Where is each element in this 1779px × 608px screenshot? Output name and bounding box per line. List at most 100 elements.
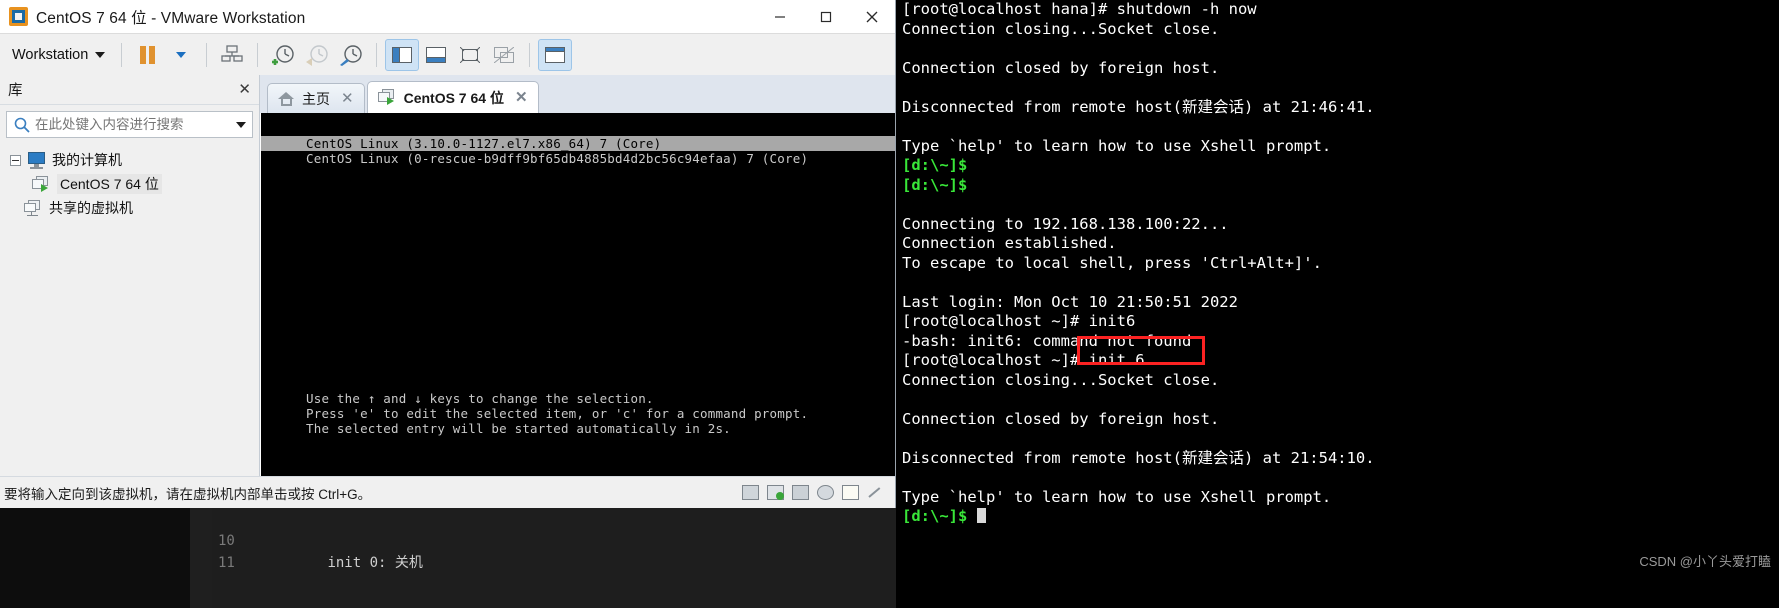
- terminal-line: Disconnected from remote host(新建会话) at 2…: [902, 97, 1375, 116]
- vm-icon: [377, 89, 397, 106]
- unity-mode-button[interactable]: [487, 39, 521, 71]
- network-icon[interactable]: [767, 485, 784, 500]
- terminal-prompt-line: [d:\~]$: [902, 156, 968, 174]
- toolbar-divider: [376, 42, 378, 67]
- minimize-icon[interactable]: [757, 0, 803, 33]
- pause-icon: [139, 45, 155, 64]
- toolbar-divider: [257, 42, 259, 67]
- library-header: 库 ✕: [0, 75, 259, 105]
- tab-label: CentOS 7 64 位: [403, 89, 504, 106]
- show-library-button[interactable]: [385, 38, 420, 71]
- tab-strip: 主页 ✕ CentOS 7 64 位 ✕: [260, 75, 895, 113]
- unity-mode-icon: [494, 46, 515, 63]
- code-line: 10 init 0: 关机: [212, 508, 896, 571]
- tree-item-centos-vm[interactable]: CentOS 7 64 位: [6, 172, 259, 196]
- chevron-down-icon: [95, 51, 106, 58]
- background-code: 10 init 0: 关机 11: [212, 508, 896, 608]
- printer-icon[interactable]: [842, 485, 859, 500]
- library-panel: 库 ✕ 我的计: [0, 75, 260, 476]
- terminal-line: To escape to local shell, press 'Ctrl+Al…: [902, 253, 1322, 272]
- thumbnail-bar-icon: [545, 46, 566, 63]
- pause-dropdown-button[interactable]: [164, 39, 198, 71]
- thumbnail-bar-button[interactable]: [538, 38, 573, 71]
- vmware-window: CentOS 7 64 位 - VMware Workstation Works…: [0, 0, 896, 508]
- code-line: 11: [212, 530, 896, 571]
- close-tab-icon[interactable]: ✕: [341, 91, 354, 106]
- full-screen-icon: [460, 46, 481, 63]
- terminal-line: [root@localhost hana]# shutdown -h now: [902, 0, 1257, 18]
- grub-entry[interactable]: CentOS Linux (0-rescue-b9dff9bf65db4885b…: [261, 151, 895, 166]
- full-screen-button[interactable]: [453, 39, 487, 71]
- maximize-icon[interactable]: [803, 0, 849, 33]
- manage-snapshots-button[interactable]: [215, 39, 249, 71]
- home-icon: [278, 91, 295, 107]
- search-icon: [14, 117, 30, 133]
- terminal-line: Connection established.: [902, 234, 1117, 252]
- library-search-box[interactable]: [6, 111, 253, 138]
- take-snapshot-button[interactable]: [266, 39, 300, 71]
- tree-item-my-computer[interactable]: 我的计算机: [6, 148, 259, 172]
- close-icon[interactable]: [849, 0, 895, 33]
- hard-disk-icon[interactable]: [742, 485, 759, 500]
- toolbar-divider: [529, 42, 531, 67]
- terminal-command-line: [root@localhost ~]# init 6: [902, 351, 1145, 369]
- library-panel-icon: [392, 46, 413, 63]
- grub-entry[interactable]: CentOS Linux (3.10.0-1127.el7.x86_64) 7 …: [261, 136, 895, 151]
- vm-console-screen[interactable]: CentOS Linux (3.10.0-1127.el7.x86_64) 7 …: [260, 113, 895, 476]
- terminal-line: Type `help' to learn how to use Xshell p…: [902, 487, 1332, 506]
- terminal-line: Connection closed by foreign host.: [902, 409, 1220, 428]
- tree-item-shared-vms[interactable]: 共享的虚拟机: [6, 196, 259, 220]
- terminal-active-prompt: [d:\~]$: [902, 507, 1773, 527]
- workstation-menu-label: Workstation: [12, 46, 89, 63]
- workstation-menu-button[interactable]: Workstation: [8, 45, 113, 65]
- close-tab-icon[interactable]: ✕: [515, 90, 528, 105]
- grub-footer: Use the ↑ and ↓ keys to change the selec…: [261, 391, 895, 436]
- snapshot-icon: [221, 44, 243, 62]
- usb-icon[interactable]: [792, 485, 809, 500]
- window-controls: [757, 0, 895, 33]
- tab-label: 主页: [302, 90, 330, 107]
- sound-icon[interactable]: [817, 485, 834, 500]
- edit-icon[interactable]: [867, 485, 885, 500]
- revert-snapshot-button[interactable]: [300, 39, 334, 71]
- monitor-icon: [27, 151, 46, 169]
- background-editor: 10 init 0: 关机 11: [0, 508, 896, 608]
- background-left-panel: [0, 508, 190, 608]
- take-snapshot-icon: [272, 44, 294, 65]
- tab-home[interactable]: 主页 ✕: [267, 83, 365, 113]
- shared-vm-icon: [24, 199, 43, 217]
- screenshot-root: 10 init 0: 关机 11 仅将文本发送到当前选项卡 CentOS 7 6…: [0, 0, 1779, 608]
- grub-footer-line: The selected entry will be started autom…: [306, 421, 731, 436]
- chevron-down-icon: [176, 51, 187, 58]
- terminal-line: Connection closing...Socket close.: [902, 19, 1220, 38]
- chevron-down-icon[interactable]: [236, 121, 246, 128]
- snapshot-manager-icon: [340, 44, 362, 66]
- terminal-prompt-line: [d:\~]$: [902, 175, 968, 194]
- snapshot-manager-button[interactable]: [334, 39, 368, 71]
- toolbar-divider: [206, 42, 208, 67]
- close-library-icon[interactable]: ✕: [238, 82, 251, 97]
- title-bar: CentOS 7 64 位 - VMware Workstation: [0, 0, 895, 33]
- vm-tree: 我的计算机 CentOS 7 64 位 共享的虚拟机: [0, 148, 259, 220]
- main-body: 库 ✕ 我的计: [0, 75, 895, 476]
- background-gutter: [190, 508, 212, 608]
- vm-icon: [32, 175, 51, 193]
- window-title: CentOS 7 64 位 - VMware Workstation: [36, 9, 306, 27]
- console-view-icon: [426, 46, 447, 63]
- watermark-text: CSDN @小丫头爱打瞌: [1639, 554, 1771, 569]
- pause-vm-button[interactable]: [130, 39, 164, 71]
- tab-centos-vm[interactable]: CentOS 7 64 位 ✕: [366, 81, 539, 113]
- search-input[interactable]: [35, 117, 236, 132]
- tree-item-label: 共享的虚拟机: [49, 200, 133, 216]
- line-text: init 0: 关机: [327, 555, 423, 571]
- xshell-terminal[interactable]: [root@localhost hana]# shutdown -h now C…: [896, 0, 1779, 608]
- terminal-line: Connection closed by foreign host.: [902, 58, 1220, 77]
- collapse-icon[interactable]: [10, 154, 21, 166]
- grub-menu: CentOS Linux (3.10.0-1127.el7.x86_64) 7 …: [261, 136, 895, 166]
- tree-item-label: 我的计算机: [52, 152, 122, 168]
- console-view-button[interactable]: [419, 39, 453, 71]
